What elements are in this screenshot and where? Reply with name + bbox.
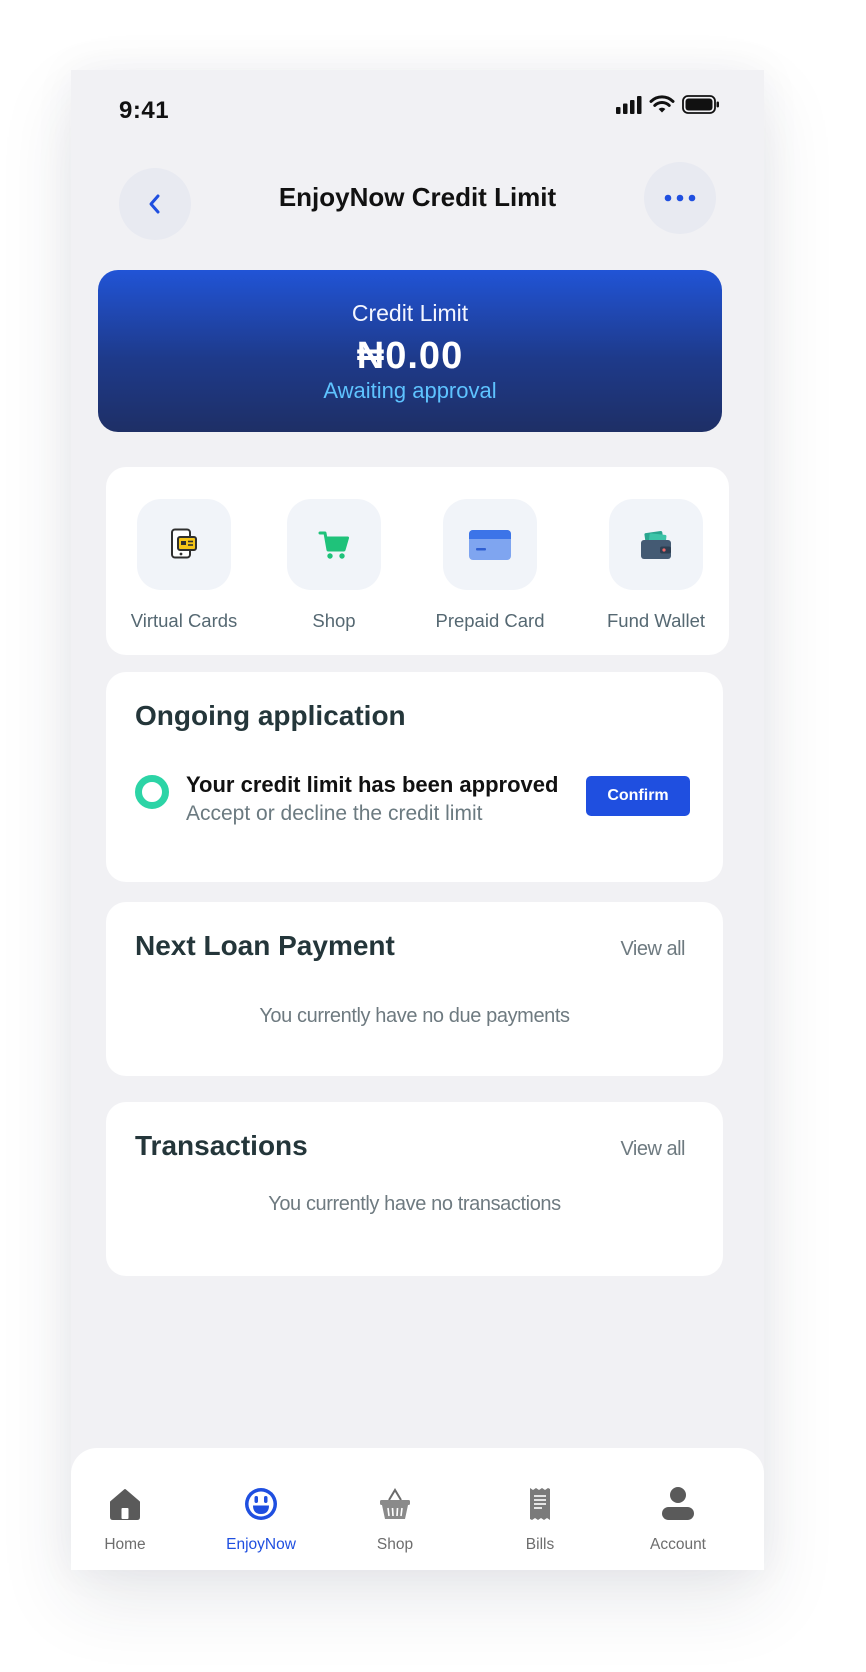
credit-limit-label: Credit Limit — [351, 300, 469, 326]
receipt-icon — [530, 1488, 550, 1520]
nav-label: Bills — [525, 1536, 555, 1553]
home-icon — [110, 1489, 140, 1520]
transactions-title: Transactions — [135, 1130, 308, 1161]
quick-action-label: Virtual Cards — [130, 610, 238, 631]
bottom-navigation: Home EnjoyNow Shop Bills Account — [71, 1448, 764, 1570]
quick-action-tile — [137, 499, 231, 590]
more-dots-icon — [664, 194, 696, 202]
prepaid-card-icon — [469, 529, 511, 560]
quick-action-prepaid-card[interactable]: Prepaid Card — [415, 499, 565, 632]
next-loan-payment-title: Next Loan Payment — [135, 930, 395, 961]
quick-action-label: Prepaid Card — [435, 610, 545, 631]
cart-icon — [318, 531, 349, 559]
nav-item-enjoynow[interactable]: EnjoyNow — [201, 1484, 321, 1554]
wifi-icon — [649, 95, 675, 113]
credit-limit-amount: ₦0.00 — [356, 335, 464, 377]
next-loan-payment-card: Next Loan Payment View all You currently… — [106, 902, 723, 1076]
loan-empty-message: You currently have no due payments — [259, 1005, 570, 1027]
approval-message: Your credit limit has been approved — [186, 772, 559, 797]
phone-screen: 9:41 EnjoyNow Credit Limit Credit Limit … — [71, 70, 764, 1570]
nav-label: Shop — [376, 1536, 414, 1553]
nav-item-account[interactable]: Account — [618, 1484, 738, 1554]
basket-icon — [380, 1488, 410, 1519]
quick-actions-card: Virtual Cards Shop Prepaid Card Fund Wal… — [106, 467, 729, 655]
signal-icon — [616, 95, 642, 114]
transactions-view-all-link[interactable]: View all — [620, 1138, 685, 1161]
quick-action-tile — [609, 499, 703, 590]
ongoing-application-title: Ongoing application — [135, 700, 406, 731]
quick-action-shop[interactable]: Shop — [259, 499, 409, 632]
quick-action-tile — [287, 499, 381, 590]
status-time: 9:41 — [119, 97, 170, 124]
status-icons — [616, 95, 720, 114]
transactions-card: Transactions View all You currently have… — [106, 1102, 723, 1276]
nav-label: Account — [649, 1536, 706, 1553]
user-icon — [662, 1487, 694, 1520]
approved-status-icon — [135, 775, 169, 809]
quick-action-virtual-cards[interactable]: Virtual Cards — [109, 499, 259, 632]
virtual-cards-icon — [171, 528, 197, 558]
quick-action-tile — [443, 499, 537, 590]
wallet-icon — [641, 530, 671, 559]
loan-view-all-link[interactable]: View all — [620, 938, 685, 961]
nav-label: EnjoyNow — [226, 1536, 296, 1553]
battery-icon — [682, 95, 719, 114]
nav-label: Home — [104, 1536, 146, 1553]
nav-item-shop[interactable]: Shop — [335, 1484, 455, 1554]
nav-item-bills[interactable]: Bills — [480, 1484, 600, 1554]
quick-action-label: Shop — [312, 610, 356, 631]
more-options-button[interactable] — [644, 162, 716, 234]
approval-subtext: Accept or decline the credit limit — [186, 802, 483, 825]
transactions-empty-message: You currently have no transactions — [268, 1193, 561, 1215]
quick-action-fund-wallet[interactable]: Fund Wallet — [581, 499, 731, 632]
ongoing-application-card: Ongoing application Your credit limit ha… — [106, 672, 723, 882]
credit-limit-card: Credit Limit ₦0.00 Awaiting approval — [98, 270, 722, 432]
credit-limit-status: Awaiting approval — [323, 378, 497, 403]
confirm-button[interactable]: Confirm — [586, 776, 690, 816]
nav-item-home[interactable]: Home — [71, 1484, 185, 1554]
quick-action-label: Fund Wallet — [606, 610, 706, 631]
smiley-icon — [245, 1488, 277, 1520]
